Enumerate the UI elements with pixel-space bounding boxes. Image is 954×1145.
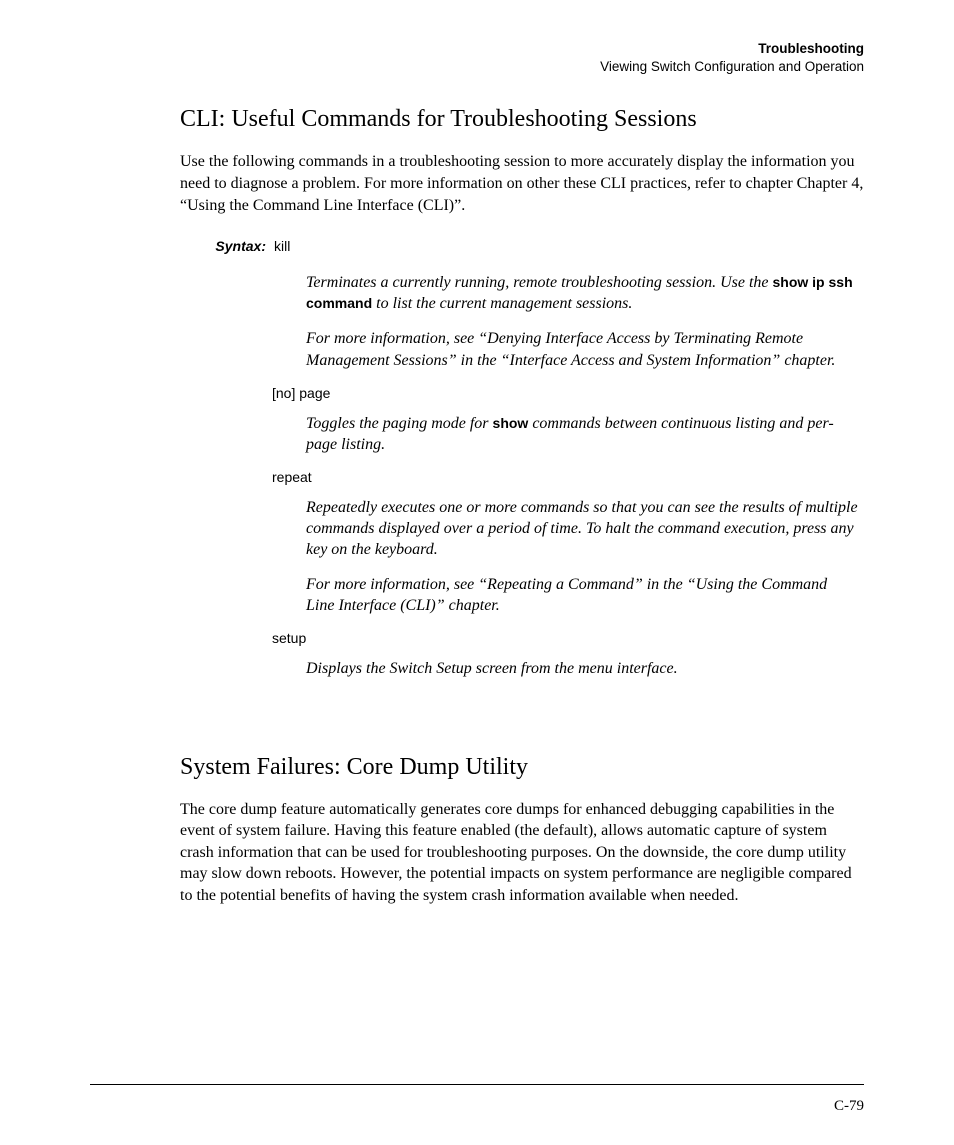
running-header: Troubleshooting Viewing Switch Configura… xyxy=(90,40,864,76)
bold-command-text: show xyxy=(493,415,529,431)
main-content: CLI: Useful Commands for Troubleshooting… xyxy=(180,106,864,906)
header-subtitle: Viewing Switch Configuration and Operati… xyxy=(90,58,864,76)
document-page: Troubleshooting Viewing Switch Configura… xyxy=(0,0,954,1145)
repeat-description-2: For more information, see “Repeating a C… xyxy=(306,574,858,616)
coredump-paragraph: The core dump feature automatically gene… xyxy=(180,799,864,907)
syntax-label: Syntax: xyxy=(208,238,266,254)
footer-rule xyxy=(90,1084,864,1085)
command-repeat: repeat xyxy=(272,469,864,485)
kill-description-1: Terminates a currently running, remote t… xyxy=(306,272,858,314)
section-heading-cli: CLI: Useful Commands for Troubleshooting… xyxy=(180,106,864,133)
text-span: Toggles the paging mode for xyxy=(306,415,493,432)
repeat-description-1: Repeatedly executes one or more commands… xyxy=(306,497,858,560)
syntax-row-kill: Syntax: kill xyxy=(208,238,864,256)
command-kill: kill xyxy=(274,238,290,254)
intro-paragraph: Use the following commands in a troubles… xyxy=(180,151,864,216)
text-span: to list the current management sessions. xyxy=(372,295,632,312)
page-description: Toggles the paging mode for show command… xyxy=(306,413,858,455)
setup-description: Displays the Switch Setup screen from th… xyxy=(306,658,858,679)
page-number: C-79 xyxy=(834,1098,864,1115)
kill-description-2: For more information, see “Denying Inter… xyxy=(306,328,858,370)
section-heading-coredump: System Failures: Core Dump Utility xyxy=(180,754,864,781)
header-title: Troubleshooting xyxy=(90,40,864,58)
text-span: Terminates a currently running, remote t… xyxy=(306,274,773,291)
command-setup: setup xyxy=(272,630,864,646)
section-spacer xyxy=(180,694,864,754)
command-page: [no] page xyxy=(272,385,864,401)
